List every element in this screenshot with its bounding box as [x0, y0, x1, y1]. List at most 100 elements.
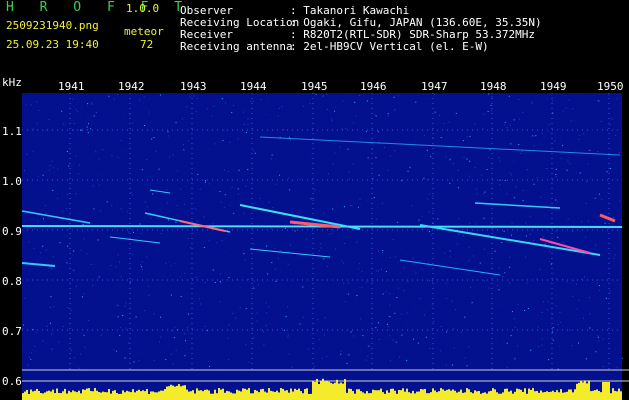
noise-speck [369, 360, 371, 362]
noise-speck [494, 250, 496, 252]
noise-speck [225, 102, 227, 104]
noise-speck [331, 311, 333, 313]
noise-speck [445, 156, 447, 158]
noise-speck [552, 327, 554, 329]
noise-speck [266, 312, 268, 314]
meteor-trace [599, 213, 616, 223]
noise-speck [68, 139, 70, 141]
level-bar [366, 391, 368, 400]
level-bar [382, 392, 384, 400]
noise-speck [565, 162, 567, 164]
noise-speck [474, 310, 476, 312]
noise-speck [116, 297, 118, 299]
noise-speck [376, 288, 378, 290]
noise-speck [22, 324, 24, 326]
noise-speck [135, 250, 137, 252]
noise-speck [222, 140, 224, 142]
noise-speck [67, 245, 69, 247]
noise-speck [572, 279, 574, 281]
noise-speck [56, 119, 58, 121]
noise-speck [394, 312, 396, 314]
noise-speck [324, 243, 326, 245]
noise-speck [549, 132, 551, 134]
level-bar [390, 388, 392, 400]
noise-speck [582, 317, 584, 319]
noise-speck [302, 286, 304, 288]
noise-speck [309, 233, 311, 235]
noise-speck [395, 166, 397, 168]
x-tick-label: 1948 [480, 80, 507, 93]
noise-speck [446, 298, 448, 300]
noise-speck [571, 345, 573, 347]
noise-speck [557, 201, 559, 203]
noise-speck [461, 204, 463, 206]
noise-speck [575, 313, 577, 315]
noise-speck [66, 350, 68, 352]
noise-speck [45, 266, 47, 268]
noise-speck [252, 285, 254, 287]
noise-speck [484, 191, 486, 193]
noise-speck [248, 361, 250, 363]
noise-speck [440, 325, 442, 327]
noise-speck [393, 111, 395, 113]
noise-speck [260, 174, 262, 176]
noise-speck [451, 219, 453, 221]
noise-speck [294, 230, 296, 232]
noise-speck [97, 239, 99, 241]
noise-speck [310, 131, 312, 133]
noise-speck [98, 184, 100, 186]
level-bar [352, 391, 354, 400]
noise-speck [22, 327, 24, 329]
noise-speck [243, 212, 245, 214]
noise-speck [552, 96, 554, 98]
noise-speck [104, 327, 106, 329]
level-bar [190, 391, 192, 400]
noise-speck [348, 171, 350, 173]
noise-speck [153, 128, 155, 130]
noise-speck [267, 273, 269, 275]
noise-speck [401, 132, 403, 134]
noise-speck [522, 112, 524, 114]
noise-speck [330, 228, 332, 230]
noise-speck [385, 354, 387, 356]
noise-speck [487, 252, 489, 254]
noise-speck [567, 108, 569, 110]
noise-speck [297, 109, 299, 111]
noise-speck [114, 247, 116, 249]
noise-speck [237, 138, 239, 140]
noise-speck [389, 155, 391, 157]
noise-speck [39, 164, 41, 166]
level-bar [222, 388, 224, 400]
noise-speck [604, 284, 606, 286]
noise-speck [230, 135, 232, 137]
noise-speck [597, 150, 599, 152]
noise-speck [95, 111, 97, 113]
level-bar [332, 383, 334, 400]
noise-speck [25, 104, 27, 106]
level-bar [316, 378, 318, 400]
noise-speck [46, 128, 48, 130]
noise-speck [203, 168, 205, 170]
level-bar [92, 391, 94, 400]
noise-speck [293, 260, 295, 262]
noise-speck [310, 332, 312, 334]
noise-speck [511, 311, 513, 313]
noise-speck [256, 312, 258, 314]
noise-speck [174, 326, 176, 328]
level-bar [430, 392, 432, 400]
noise-speck [377, 250, 379, 252]
noise-speck [371, 164, 373, 166]
level-bar [138, 389, 140, 400]
noise-speck [318, 347, 320, 349]
noise-speck [22, 275, 24, 277]
noise-speck [451, 300, 453, 302]
noise-speck [187, 327, 189, 329]
noise-speck [129, 114, 131, 116]
noise-speck [30, 104, 32, 106]
noise-speck [432, 195, 434, 197]
noise-speck [403, 290, 405, 292]
noise-speck [578, 138, 580, 140]
noise-speck [347, 282, 349, 284]
noise-speck [475, 223, 477, 225]
noise-speck [433, 340, 435, 342]
